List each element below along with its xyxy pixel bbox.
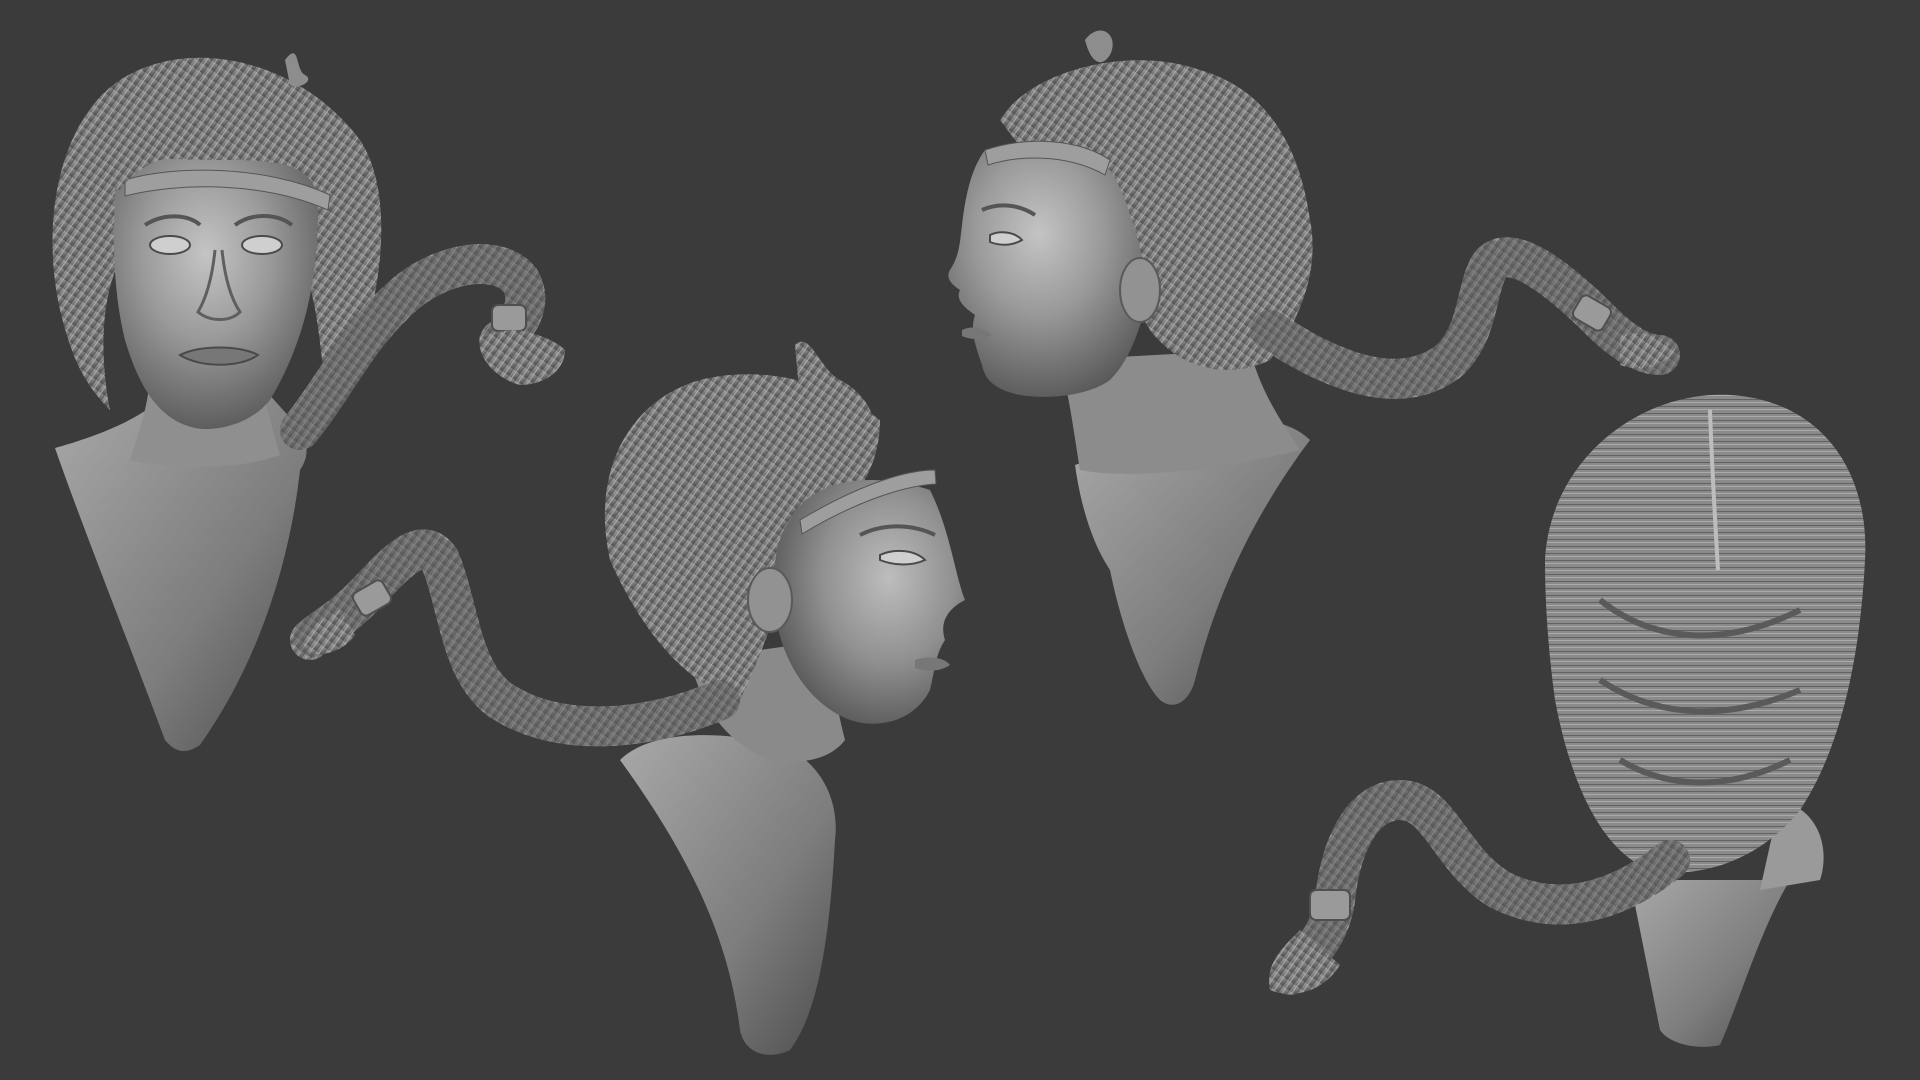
front-left-eye — [149, 235, 191, 255]
three-quarter-right-view — [290, 341, 965, 1055]
profile-braid — [1250, 237, 1680, 399]
tq-mouth — [915, 657, 950, 671]
front-right-eye — [241, 235, 283, 255]
sculpt-turnaround — [52, 30, 1866, 1055]
sculpt-viewport — [0, 0, 1920, 1080]
profile-ear — [1119, 257, 1161, 323]
front-face — [113, 159, 319, 430]
profile-hair-crest — [1085, 30, 1113, 63]
back-view — [1269, 394, 1866, 1047]
tq-bust — [620, 735, 836, 1055]
tq-ear — [747, 567, 793, 633]
back-bust — [1630, 880, 1790, 1047]
